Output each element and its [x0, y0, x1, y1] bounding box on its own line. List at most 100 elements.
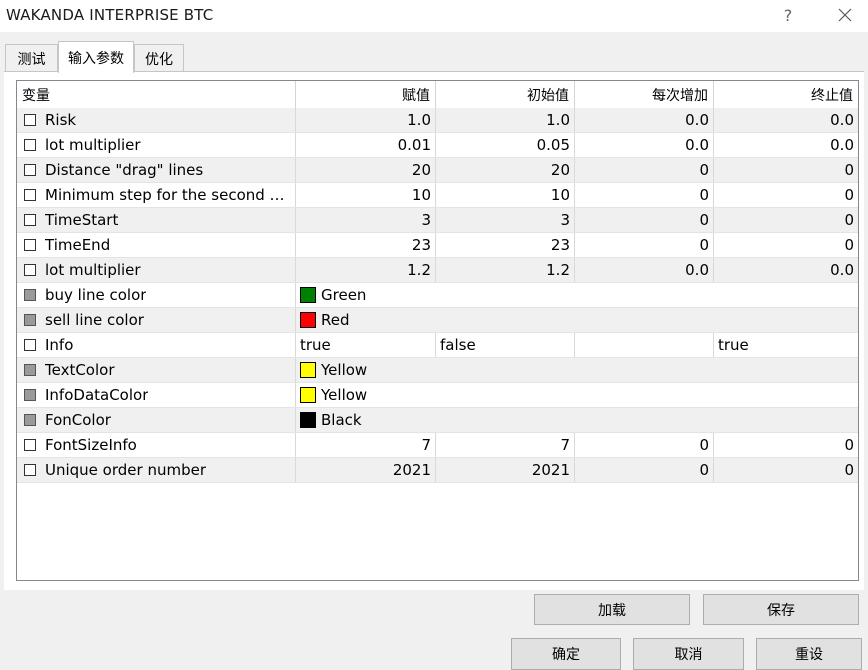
step-cell[interactable] [575, 333, 714, 357]
stop-cell[interactable]: 0.0 [714, 133, 858, 157]
header-value[interactable]: 赋值 [296, 81, 436, 108]
optimize-checkbox[interactable] [24, 339, 36, 351]
header-variable[interactable]: 变量 [17, 81, 296, 108]
stop-cell[interactable]: 0.0 [714, 258, 858, 282]
stop-cell[interactable]: 0.0 [714, 108, 858, 132]
start-cell[interactable]: 10 [436, 183, 575, 207]
table-row[interactable]: lot multiplier 1.2 1.2 0.0 0.0 [17, 258, 858, 283]
optimize-checkbox[interactable] [24, 189, 36, 201]
tab-strip: 测试 输入参数 优化 [0, 32, 868, 73]
stop-cell[interactable]: true [714, 333, 858, 357]
optimize-checkbox[interactable] [24, 214, 36, 226]
start-cell[interactable]: 0.05 [436, 133, 575, 157]
value-cell[interactable]: 1.0 [296, 108, 436, 132]
stop-cell[interactable]: 0 [714, 433, 858, 457]
load-button[interactable]: 加载 [534, 594, 690, 625]
optimize-checkbox[interactable] [24, 389, 36, 401]
value-cell[interactable]: 1.2 [296, 258, 436, 282]
optimize-checkbox[interactable] [24, 139, 36, 151]
start-cell[interactable]: false [436, 333, 575, 357]
color-value-cell[interactable]: Black [296, 408, 858, 432]
table-row[interactable]: FonColor Black [17, 408, 858, 433]
step-cell[interactable]: 0.0 [575, 133, 714, 157]
variable-name: Minimum step for the second a... [45, 186, 291, 204]
stop-cell[interactable]: 0 [714, 233, 858, 257]
table-row[interactable]: buy line color Green [17, 283, 858, 308]
start-cell[interactable]: 2021 [436, 458, 575, 482]
step-cell[interactable]: 0 [575, 433, 714, 457]
table-row[interactable]: TextColor Yellow [17, 358, 858, 383]
close-icon[interactable] [830, 3, 860, 27]
table-row[interactable]: TimeStart 3 3 0 0 [17, 208, 858, 233]
reset-button[interactable]: 重设 [756, 638, 862, 670]
stop-cell[interactable]: 0 [714, 158, 858, 182]
value-cell[interactable]: 0.01 [296, 133, 436, 157]
ok-button[interactable]: 确定 [511, 638, 621, 670]
variable-cell: lot multiplier [17, 133, 296, 157]
optimize-checkbox[interactable] [24, 439, 36, 451]
value-cell[interactable]: 23 [296, 233, 436, 257]
step-cell[interactable]: 0 [575, 233, 714, 257]
color-value-cell[interactable]: Green [296, 283, 858, 307]
value-cell[interactable]: 3 [296, 208, 436, 232]
optimize-checkbox[interactable] [24, 464, 36, 476]
table-row[interactable]: sell line color Red [17, 308, 858, 333]
table-row[interactable]: Info true false true [17, 333, 858, 358]
table-row[interactable]: TimeEnd 23 23 0 0 [17, 233, 858, 258]
variable-name: Unique order number [45, 461, 206, 479]
step-cell[interactable]: 0.0 [575, 108, 714, 132]
color-value-cell[interactable]: Yellow [296, 358, 858, 382]
table-row[interactable]: Unique order number 2021 2021 0 0 [17, 458, 858, 483]
save-button[interactable]: 保存 [703, 594, 859, 625]
header-stop[interactable]: 终止值 [714, 81, 858, 108]
start-cell[interactable]: 7 [436, 433, 575, 457]
optimize-checkbox[interactable] [24, 414, 36, 426]
variable-cell: TimeEnd [17, 233, 296, 257]
parameters-table[interactable]: 变量 赋值 初始值 每次增加 终止值 Risk 1.0 1.0 0.0 0.0 lot m… [16, 80, 859, 581]
start-cell[interactable]: 23 [436, 233, 575, 257]
stop-cell[interactable]: 0 [714, 458, 858, 482]
step-cell[interactable]: 0 [575, 158, 714, 182]
step-cell[interactable]: 0.0 [575, 258, 714, 282]
variable-cell: Distance "drag" lines [17, 158, 296, 182]
color-value-cell[interactable]: Yellow [296, 383, 858, 407]
tab-optimization[interactable]: 优化 [134, 44, 184, 72]
optimize-checkbox[interactable] [24, 114, 36, 126]
help-icon[interactable]: ? [773, 3, 803, 27]
value-cell[interactable]: 20 [296, 158, 436, 182]
start-cell[interactable]: 1.0 [436, 108, 575, 132]
value-cell[interactable]: 7 [296, 433, 436, 457]
header-step[interactable]: 每次增加 [575, 81, 714, 108]
optimize-checkbox[interactable] [24, 264, 36, 276]
table-row[interactable]: Risk 1.0 1.0 0.0 0.0 [17, 108, 858, 133]
step-cell[interactable]: 0 [575, 208, 714, 232]
value-cell[interactable]: true [296, 333, 436, 357]
cancel-button[interactable]: 取消 [633, 638, 744, 670]
optimize-checkbox[interactable] [24, 289, 36, 301]
optimize-checkbox[interactable] [24, 364, 36, 376]
table-row[interactable]: Distance "drag" lines 20 20 0 0 [17, 158, 858, 183]
step-cell[interactable]: 0 [575, 183, 714, 207]
table-row[interactable]: Minimum step for the second a... 10 10 0 0 [17, 183, 858, 208]
start-cell[interactable]: 20 [436, 158, 575, 182]
table-row[interactable]: FontSizeInfo 7 7 0 0 [17, 433, 858, 458]
stop-cell[interactable]: 0 [714, 208, 858, 232]
start-cell[interactable]: 1.2 [436, 258, 575, 282]
header-start[interactable]: 初始值 [436, 81, 575, 108]
value-cell[interactable]: 10 [296, 183, 436, 207]
optimize-checkbox[interactable] [24, 164, 36, 176]
tab-input-parameters[interactable]: 输入参数 [58, 41, 134, 73]
start-cell[interactable]: 3 [436, 208, 575, 232]
table-header: 变量 赋值 初始值 每次增加 终止值 [17, 81, 858, 109]
table-row[interactable]: InfoDataColor Yellow [17, 383, 858, 408]
tab-test[interactable]: 测试 [5, 44, 58, 72]
variable-cell: Unique order number [17, 458, 296, 482]
value-cell[interactable]: 2021 [296, 458, 436, 482]
step-cell[interactable]: 0 [575, 458, 714, 482]
color-value-cell[interactable]: Red [296, 308, 858, 332]
stop-cell[interactable]: 0 [714, 183, 858, 207]
optimize-checkbox[interactable] [24, 314, 36, 326]
optimize-checkbox[interactable] [24, 239, 36, 251]
table-row[interactable]: lot multiplier 0.01 0.05 0.0 0.0 [17, 133, 858, 158]
variable-cell: InfoDataColor [17, 383, 296, 407]
